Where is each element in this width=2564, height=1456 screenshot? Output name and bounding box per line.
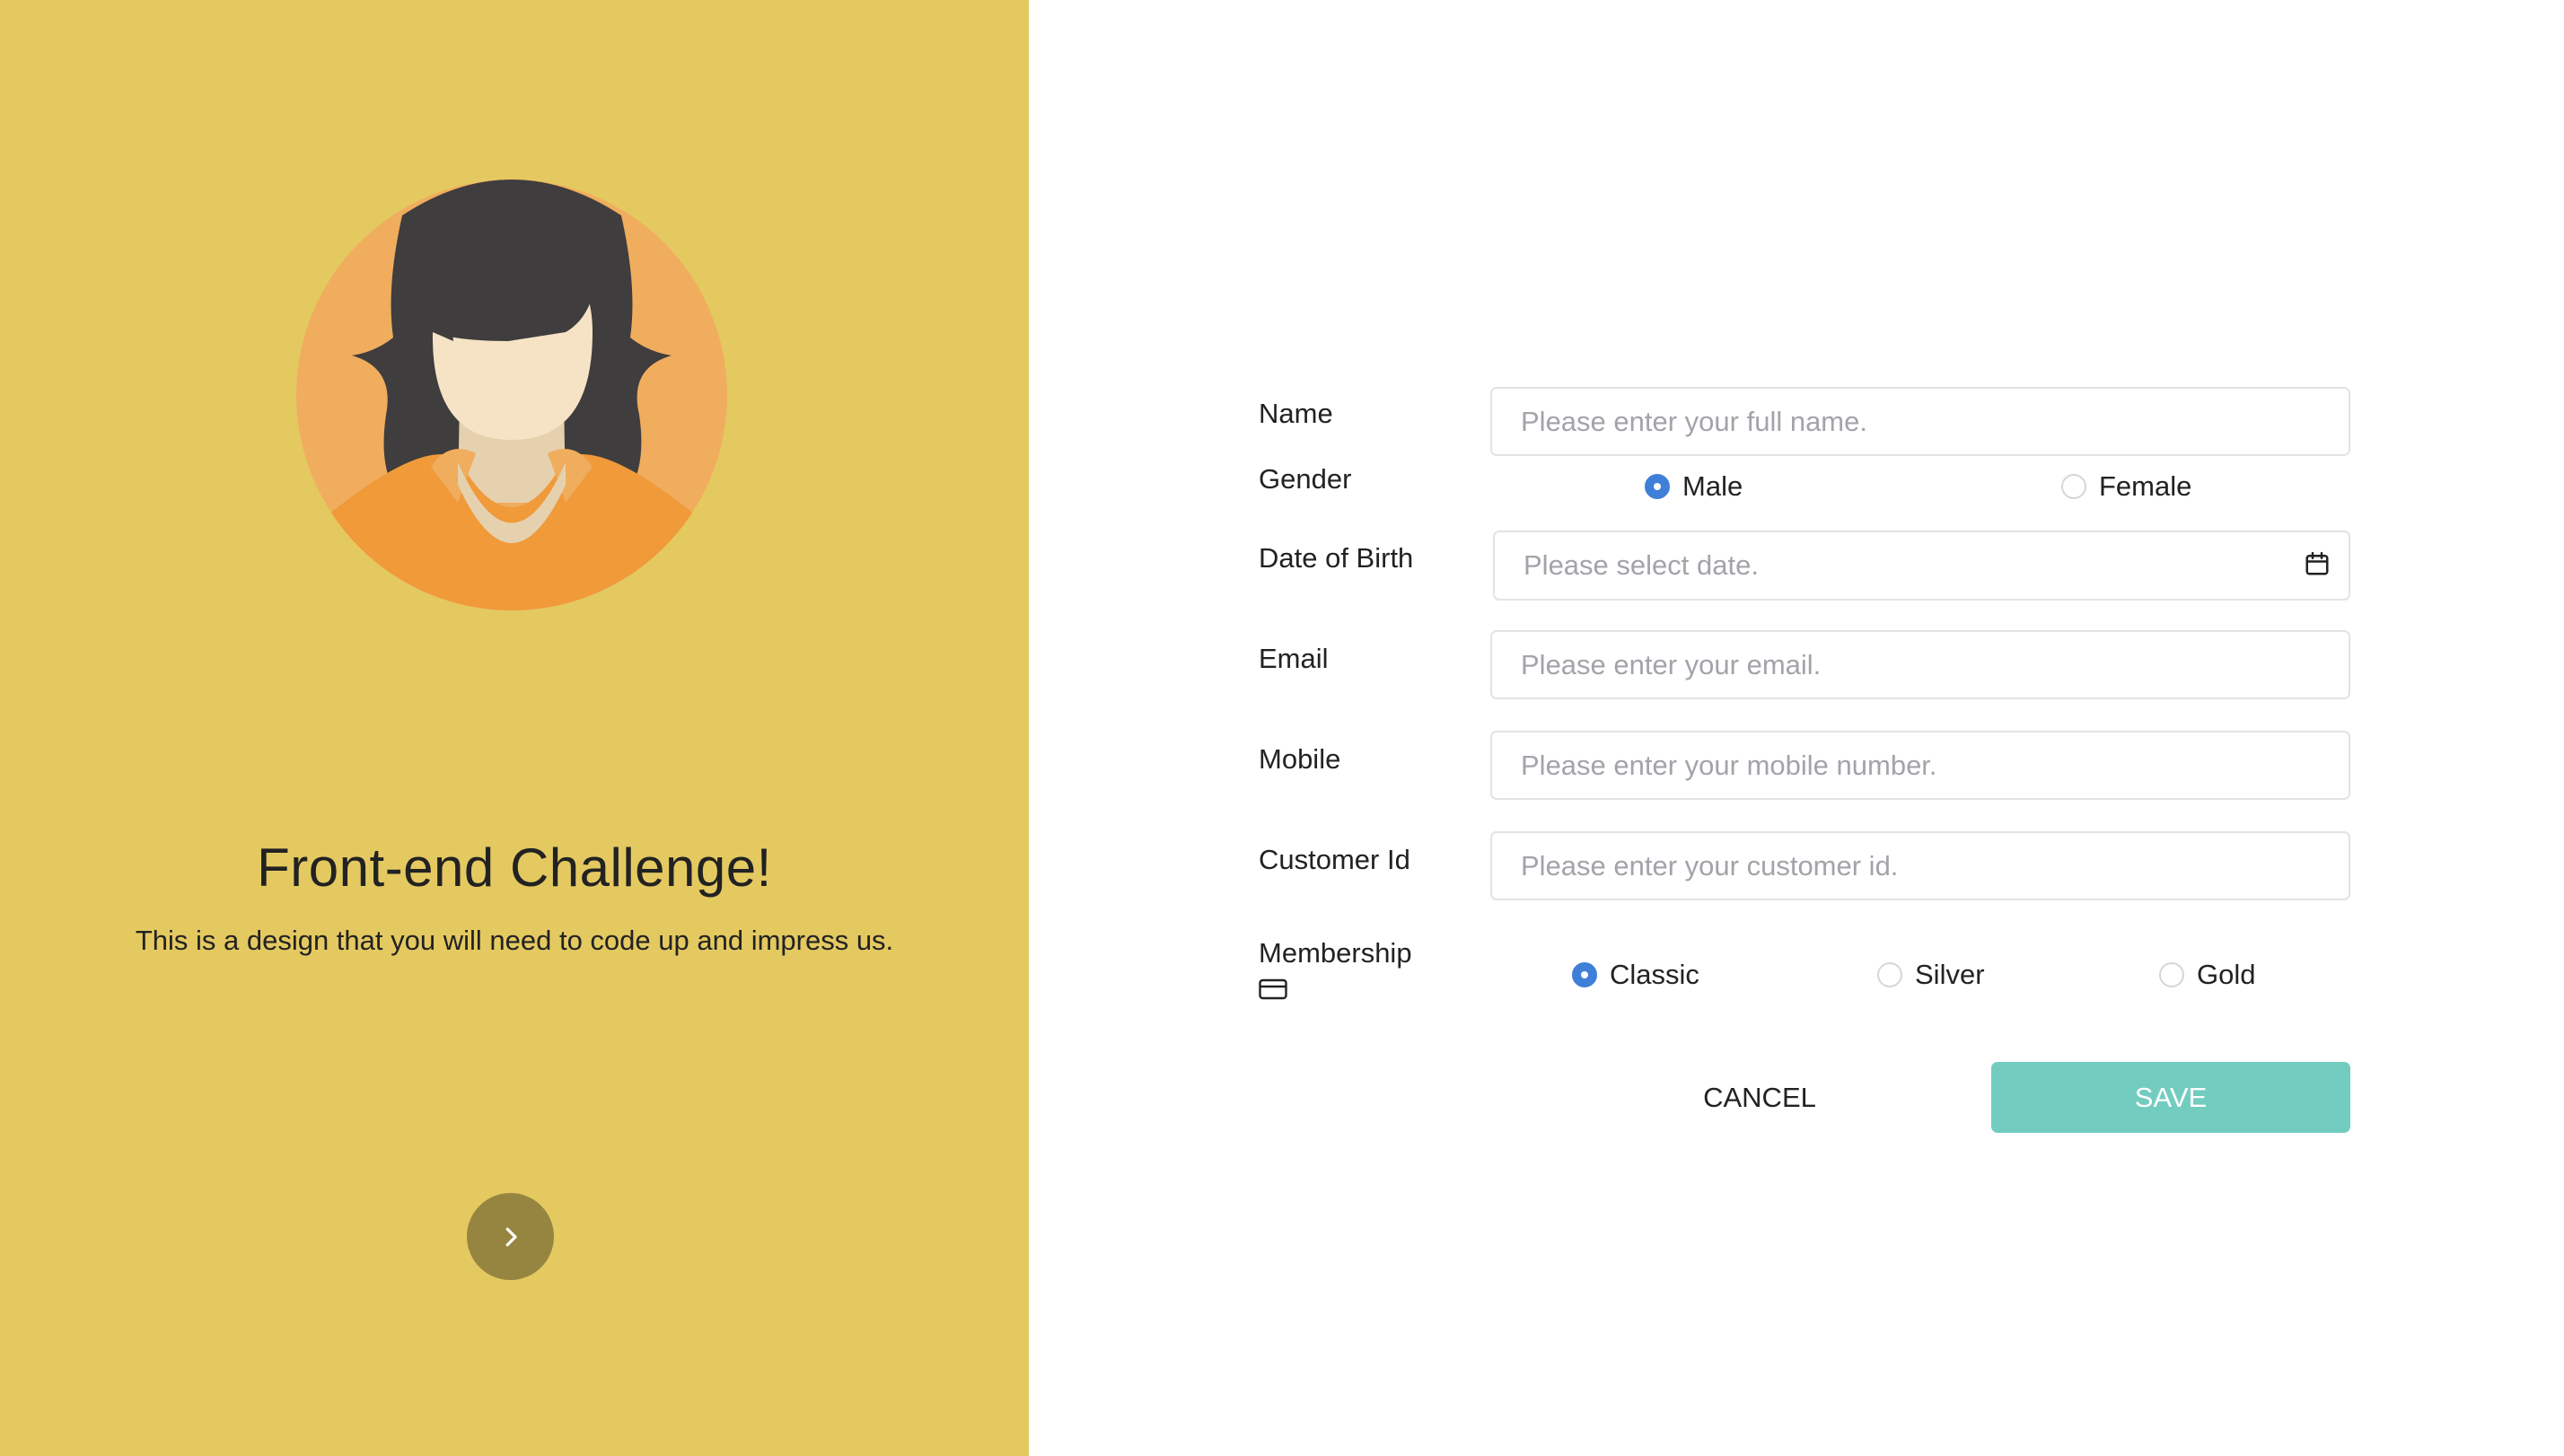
radio-unselected-icon	[2061, 474, 2086, 499]
customer-id-input[interactable]	[1490, 831, 2350, 900]
customer-form: Name Gender Male Female Date of Birth Em…	[0, 0, 2564, 1456]
credit-card-icon	[1259, 978, 1287, 1000]
gender-option-label: Male	[1682, 470, 1743, 502]
radio-unselected-icon	[1877, 962, 1902, 987]
radio-unselected-icon	[2159, 962, 2184, 987]
name-label: Name	[1259, 398, 1333, 429]
gender-male-radio[interactable]: Male	[1645, 470, 1743, 503]
gender-label: Gender	[1259, 463, 1352, 495]
email-input[interactable]	[1490, 630, 2350, 699]
gender-option-label: Female	[2099, 470, 2192, 502]
cancel-button[interactable]: CANCEL	[1652, 1062, 1867, 1134]
dob-picker[interactable]	[1493, 531, 2350, 601]
radio-selected-icon	[1572, 962, 1597, 987]
customer-id-label: Customer Id	[1259, 844, 1410, 875]
membership-silver-radio[interactable]: Silver	[1877, 959, 1985, 991]
dob-label: Date of Birth	[1259, 542, 1414, 574]
calendar-icon[interactable]	[2304, 550, 2331, 577]
membership-classic-radio[interactable]: Classic	[1572, 959, 1699, 991]
save-button[interactable]: SAVE	[1991, 1062, 2350, 1133]
gender-female-radio[interactable]: Female	[2061, 470, 2191, 503]
membership-option-label: Classic	[1610, 959, 1699, 990]
mobile-input[interactable]	[1490, 731, 2350, 800]
mobile-label: Mobile	[1259, 743, 1341, 775]
dob-input[interactable]	[1493, 531, 2350, 601]
membership-option-label: Silver	[1915, 959, 1985, 990]
membership-gold-radio[interactable]: Gold	[2159, 959, 2255, 991]
radio-selected-icon	[1645, 474, 1670, 499]
membership-option-label: Gold	[2197, 959, 2256, 990]
email-label: Email	[1259, 643, 1329, 674]
name-input[interactable]	[1490, 387, 2350, 456]
membership-label: Membership	[1259, 937, 1412, 969]
